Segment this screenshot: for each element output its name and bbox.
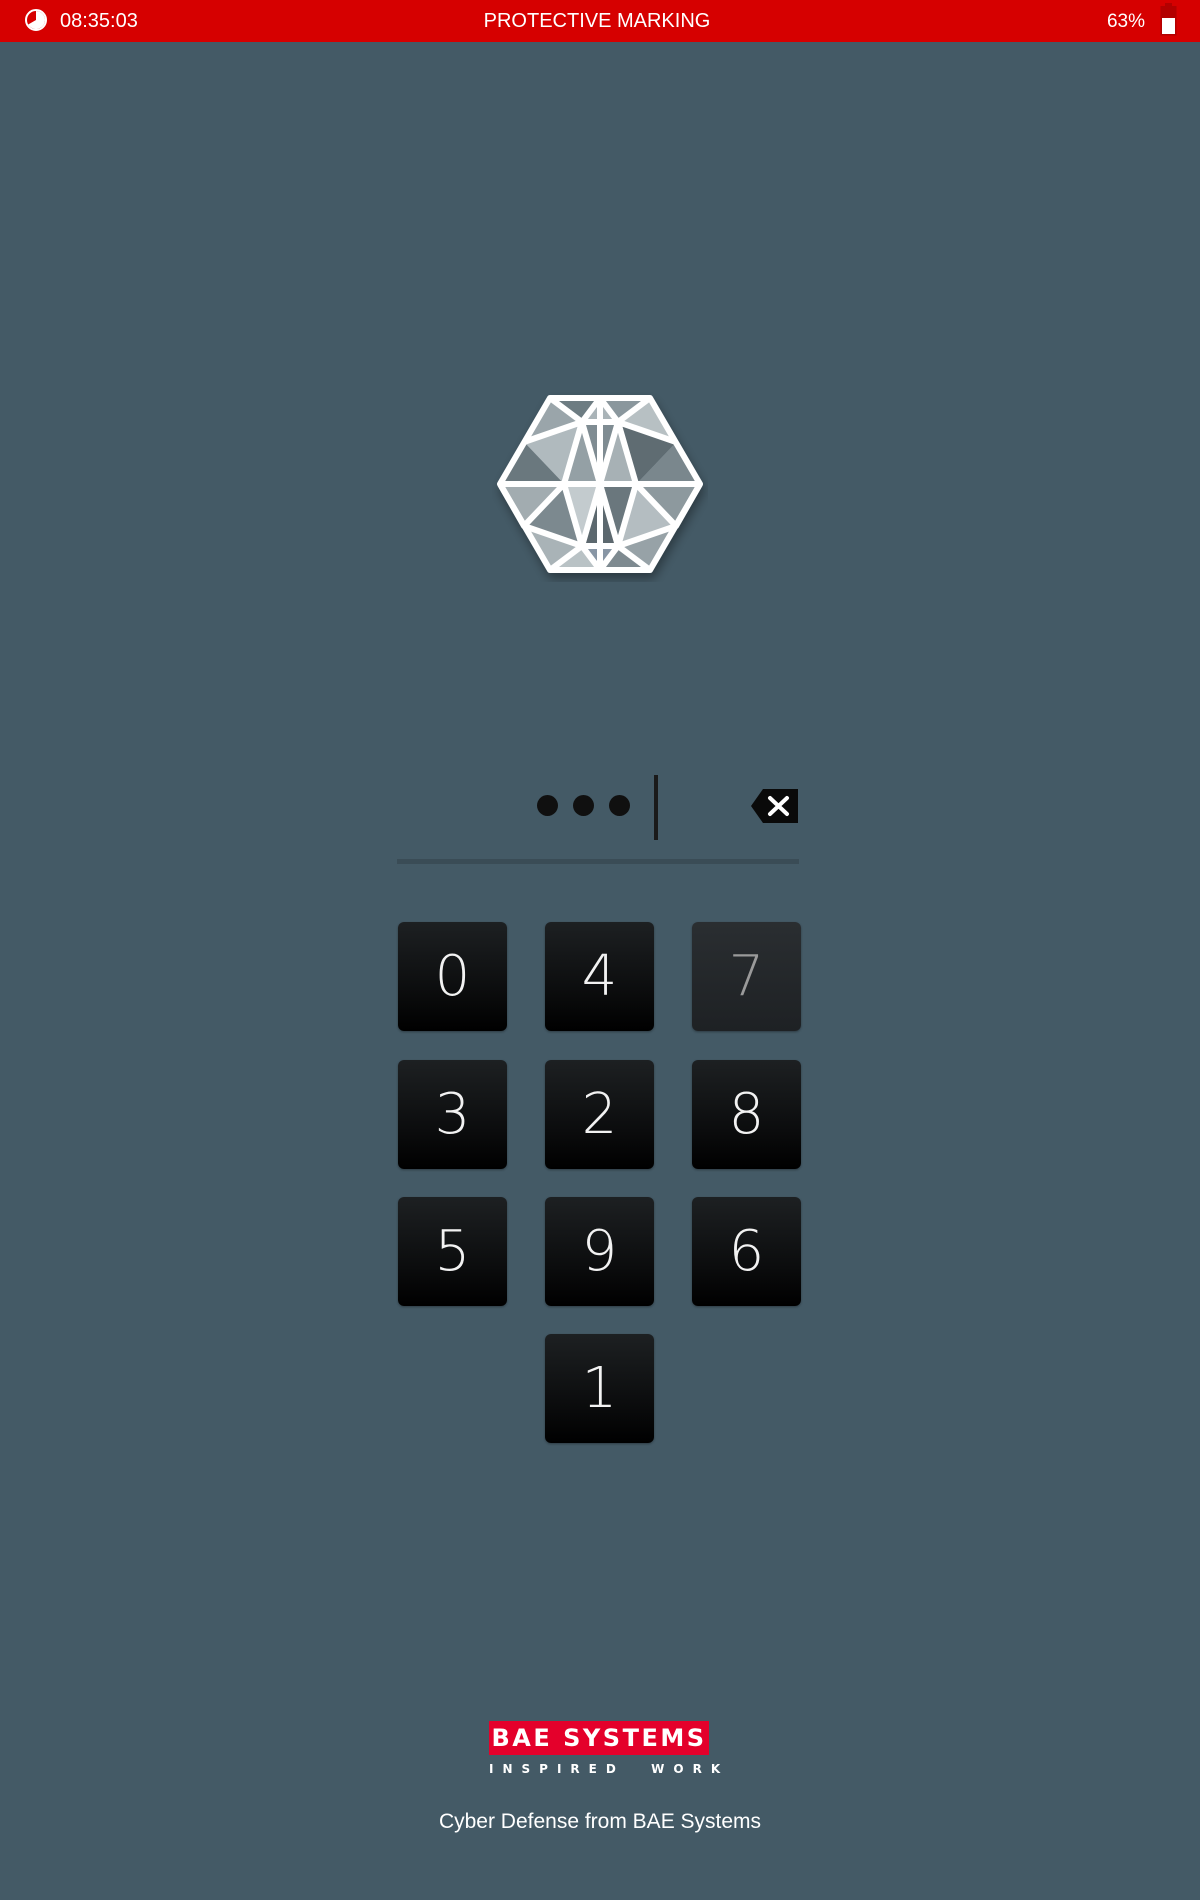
protective-marking-label: PROTECTIVE MARKING [483,10,711,32]
bae-systems-tagline: INSPIRED WORK [489,1762,730,1776]
pin-underline [397,859,799,864]
pin-input[interactable] [397,770,799,866]
status-bar: 08:35:03 PROTECTIVE MARKING 63% [0,0,1200,42]
pin-dot [609,795,630,816]
backspace-icon [751,789,798,823]
keypad-key-8[interactable]: 8 [692,1060,801,1169]
keypad-key-1[interactable]: 1 [545,1334,654,1443]
keypad-key-3[interactable]: 3 [398,1060,507,1169]
keypad-key-7[interactable]: 7 [692,922,801,1031]
keypad-key-2[interactable]: 2 [545,1060,654,1169]
footer-caption: Cyber Defense from BAE Systems [438,1810,762,1833]
bae-systems-logo: BAE SYSTEMS INSPIRED WORK [489,1721,730,1779]
keypad-key-4[interactable]: 4 [545,922,654,1031]
keypad-key-6[interactable]: 6 [692,1197,801,1306]
backspace-button[interactable] [750,787,800,825]
keypad-key-5[interactable]: 5 [398,1197,507,1306]
battery-percentage: 63% [1106,11,1145,32]
bae-systems-wordmark: BAE SYSTEMS [489,1721,709,1755]
text-cursor [654,775,658,840]
battery-icon [1160,3,1177,36]
pin-dot [537,795,558,816]
hexagon-lattice-logo-icon [497,395,703,573]
keypad-key-9[interactable]: 9 [545,1197,654,1306]
keypad-key-0[interactable]: 0 [398,922,507,1031]
pin-dot [573,795,594,816]
